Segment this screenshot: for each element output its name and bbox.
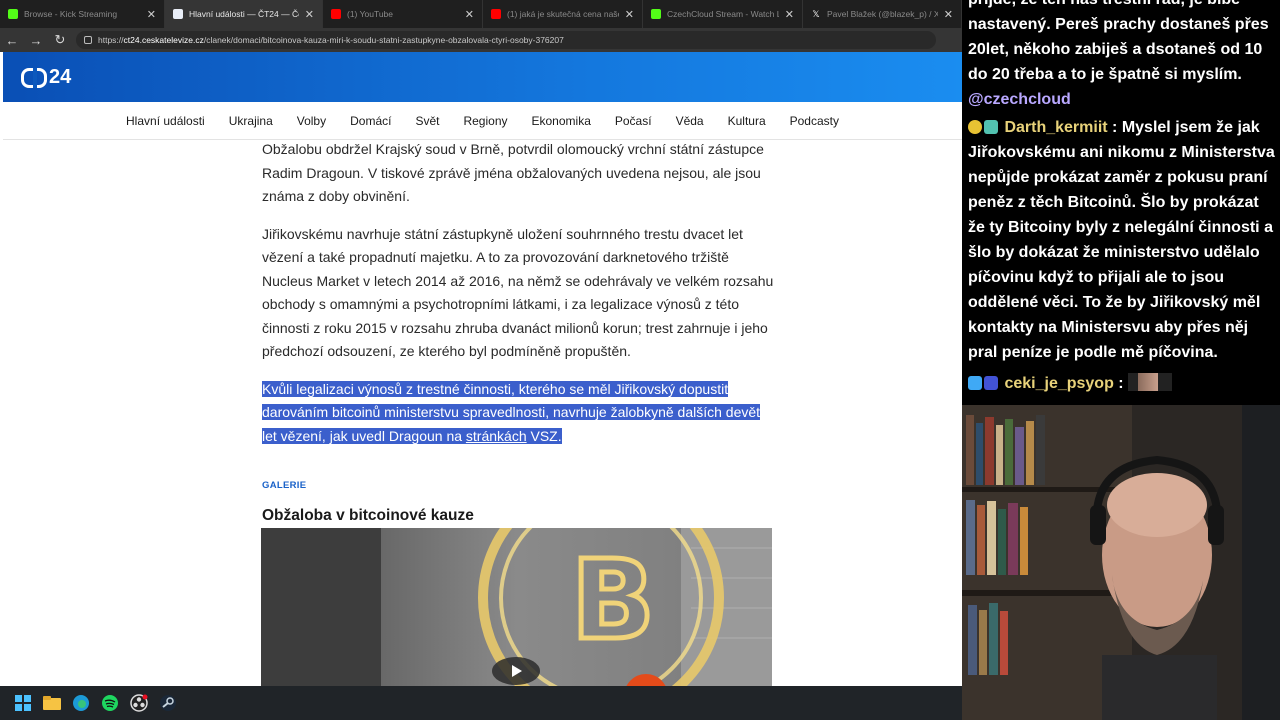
url-field[interactable]: https://ct24.ceskatelevize.cz/clanek/dom… [76,31,936,49]
close-icon[interactable]: ✕ [465,8,474,21]
kick-icon [8,9,18,19]
article-paragraph: Jiřikovskému navrhuje státní zástupkyně … [262,225,774,360]
site-info-icon[interactable] [84,36,92,44]
chat-username[interactable]: ceki_je_psyop [1004,375,1113,392]
emote-icon [1128,373,1173,391]
gem-badge-icon [984,376,998,390]
kick-icon [651,9,661,19]
gallery-kicker: GALERIE [262,480,307,491]
article-paragraph-selected: Kvůli legalizaci výnosů z trestné činnos… [262,380,761,444]
chat-message: ceki_je_psyop : [968,371,1280,396]
close-icon[interactable]: ✕ [625,8,634,21]
nav-hlavni-udalosti[interactable]: Hlavní události [126,114,205,128]
tab-bar: Browse - Kick Streaming ✕ Hlavní událost… [0,0,962,28]
ct24-icon [173,9,183,19]
site-header: 24 [3,52,962,102]
obs-icon[interactable] [124,686,153,720]
nav-svet[interactable]: Svět [415,114,439,128]
bitcoin-neon-photo: B [261,528,772,686]
tab-youtube-video[interactable]: (1) jaká je skutečná cena našeho s ✕ [483,0,643,28]
nav-kultura[interactable]: Kultura [728,114,766,128]
webcam-feed [962,405,1280,720]
nav-veda[interactable]: Věda [676,114,704,128]
address-bar: ← → ↻ https://ct24.ceskatelevize.cz/clan… [0,28,962,52]
cube-badge-icon [968,376,982,390]
streamer-webcam-image [962,405,1280,720]
close-icon[interactable]: ✕ [785,8,794,21]
nav-domaci[interactable]: Domácí [350,114,391,128]
site-nav: Hlavní události Ukrajina Volby Domácí Sv… [3,102,962,140]
article-paragraph: Obžalobu obdržel Krajský soud v Brně, po… [262,141,764,204]
nav-ekonomika[interactable]: Ekonomika [532,114,591,128]
file-explorer-icon[interactable] [37,686,66,720]
url-host: ct24.ceskatelevize.cz [123,35,204,45]
back-icon[interactable]: ← [0,28,24,52]
chat-username[interactable]: Darth_kermiit [1004,119,1107,136]
nav-ukrajina[interactable]: Ukrajina [229,114,273,128]
gallery-title[interactable]: Obžaloba v bitcoinové kauze [262,504,774,528]
tab-x-profile[interactable]: 𝕏 Pavel Blažek (@blazek_p) / X ✕ [803,0,962,28]
url-prefix: https:// [98,35,124,45]
vsz-link[interactable]: stránkách [466,428,527,444]
mention[interactable]: @czechcloud [968,91,1071,108]
logo-text: 24 [49,66,72,88]
badge-icon [968,120,982,134]
url-path: /clanek/domaci/bitcoinova-kauza-miri-k-s… [203,35,564,45]
nav-regiony[interactable]: Regiony [463,114,507,128]
ct24-logo[interactable]: 24 [21,66,71,89]
chat-message: Darth_kermiit : Myslel jsem že jak Jiřok… [968,119,1275,361]
forward-icon[interactable]: → [24,28,48,52]
spotify-icon[interactable] [95,686,124,720]
tab-kick-browse[interactable]: Browse - Kick Streaming ✕ [0,0,165,28]
windows-taskbar [0,686,962,720]
tab-czechcloud-stream[interactable]: CzechCloud Stream - Watch Live ✕ [643,0,803,28]
ct-logo-mark [21,67,47,88]
close-icon[interactable]: ✕ [305,8,314,21]
nav-podcasty[interactable]: Podcasty [790,114,839,128]
youtube-icon [491,9,501,19]
close-icon[interactable]: ✕ [944,8,953,21]
article-body: Obžalobu obdržel Krajský soud v Brně, po… [262,140,774,527]
tab-ct24[interactable]: Hlavní události — ČT24 — Česká t ✕ [165,0,323,28]
x-icon: 𝕏 [811,9,821,19]
youtube-icon [331,9,341,19]
chat-message: přijde, že ten náš trestní řád, je blbě … [968,0,1269,108]
tab-youtube[interactable]: (1) YouTube ✕ [323,0,483,28]
gallery-image[interactable]: B [261,528,772,686]
reload-icon[interactable]: ↻ [48,28,72,52]
edge-icon[interactable] [66,686,95,720]
subscriber-badge-icon [984,120,998,134]
nav-pocasi[interactable]: Počasí [615,114,652,128]
svg-text:B: B [571,536,655,664]
nav-volby[interactable]: Volby [297,114,326,128]
stream-chat: přijde, že ten náš trestní řád, je blbě … [962,0,1280,405]
steam-icon[interactable] [153,686,182,720]
browser-window: Browse - Kick Streaming ✕ Hlavní událost… [0,0,962,686]
close-icon[interactable]: ✕ [147,8,156,21]
start-icon[interactable] [8,686,37,720]
